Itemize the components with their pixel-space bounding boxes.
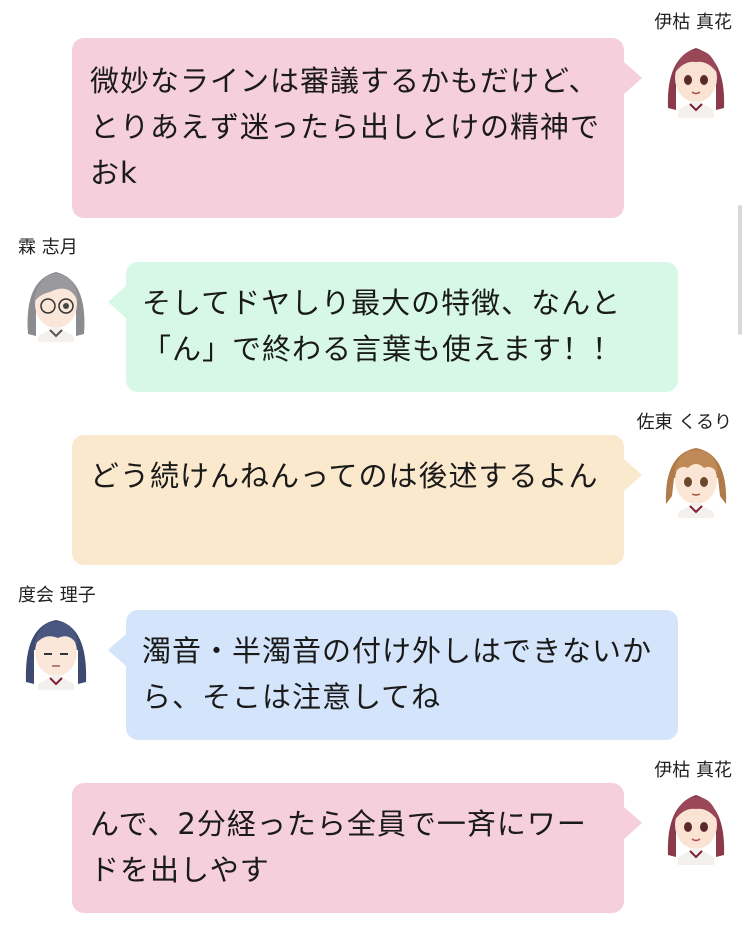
message-bubble: そしてドヤしり最大の特徴、なんと「ん」で終わる言葉も使えます！！	[108, 262, 678, 392]
message-bubble: 濁音・半濁音の付け外しはできないから、そこは注意してね	[108, 610, 678, 740]
message-bubble: 微妙なラインは審議するかもだけど、とりあえず迷ったら出しとけの精神でおk	[72, 38, 642, 218]
speaker-name: 霖 志月	[18, 237, 78, 258]
message-bubble: どう続けんねんってのは後述するよん	[72, 435, 642, 565]
speaker-name: 伊枯 真花	[654, 760, 732, 781]
chat-log: 伊枯 真花 微妙なラインは審議するかもだけど、とりあえず迷ったら出しとけの精神で…	[0, 0, 750, 925]
gray-hair-glasses-avatar	[20, 262, 92, 342]
scrollbar[interactable]	[738, 205, 742, 335]
maroon-hair-avatar	[660, 38, 732, 118]
speaker-name: 度会 理子	[18, 585, 96, 606]
message-bubble: んで、2分経ったら全員で一斉にワードを出しやす	[72, 783, 642, 913]
brown-hair-avatar	[660, 438, 732, 518]
maroon-hair-avatar	[660, 785, 732, 865]
speaker-name: 佐東 くるり	[636, 412, 732, 433]
navy-hair-avatar	[20, 610, 92, 690]
speaker-name: 伊枯 真花	[654, 12, 732, 33]
